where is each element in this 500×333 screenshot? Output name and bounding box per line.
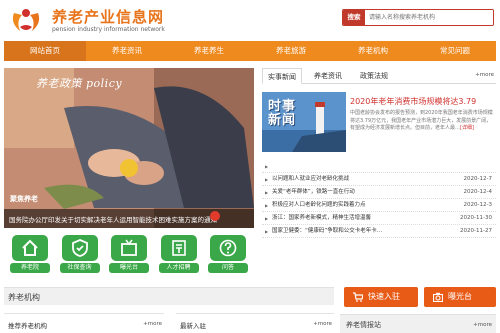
list-item[interactable]: ▶ 积极应对人口老龄化问题的实践着力点 2020-12-3 — [262, 199, 496, 212]
news-more-link[interactable]: +more — [475, 72, 494, 78]
bullet-icon: ▶ — [265, 203, 269, 208]
section-title: 养老机构 — [8, 293, 40, 302]
quick-links: 养老院 社保查询 曝光台 人才招聘 问答 — [4, 235, 254, 277]
quick-link-social-security[interactable]: 社保查询 — [59, 235, 100, 277]
bullet-icon: ▶ — [265, 190, 269, 195]
tab-policies[interactable]: 政策法规 — [354, 68, 394, 84]
list-item[interactable]: ▶ 关爱“老年群体”，铁路一直在行动 2020-12-4 — [262, 186, 496, 199]
nav-item-faq[interactable]: 常见问题 — [414, 41, 496, 61]
quick-link-recruit[interactable]: 人才招聘 — [158, 235, 199, 277]
featured-news-title[interactable]: 2020年老年消费市场规模将达3.79 — [350, 96, 496, 107]
banner-indicator-dot[interactable] — [210, 211, 220, 221]
quick-tile — [160, 235, 197, 261]
detail-link[interactable]: [详细] — [460, 125, 474, 131]
house-icon — [22, 239, 38, 256]
quick-link-exposure[interactable]: 曝光台 — [109, 235, 149, 277]
bullet-icon: ▶ — [265, 164, 269, 169]
news-list: ▶ ▶ 以问题和人就业应对老龄化挑战 2020-12-7 ▶ 关爱“老年群体”，… — [262, 160, 496, 238]
quick-tile — [210, 235, 246, 261]
quick-label: 曝光台 — [109, 263, 149, 273]
tab-elderly-news[interactable]: 养老资讯 — [308, 68, 348, 84]
banner-title: 养老政策 policy — [36, 77, 123, 90]
news-item-date: 2020-11-27 — [460, 228, 492, 234]
report-station: 养老情报站 +more — [340, 314, 496, 333]
news-item-title[interactable]: 关爱“老年群体”，铁路一直在行动 — [272, 186, 355, 199]
banner-stamp: 聚焦养老 — [10, 195, 38, 203]
bullet-icon: ▶ — [265, 177, 269, 182]
news-item-title[interactable]: 国家卫健委：“健康码”争取和公交卡老年卡… — [272, 225, 382, 238]
list-item[interactable]: ▶ 浙江：国家养老新模式，精神生活增温馨 2020-11-30 — [262, 212, 496, 225]
list-item[interactable]: ▶ 国家卫健委：“健康码”争取和公交卡老年卡… 2020-11-27 — [262, 225, 496, 238]
featured-image-line2: 新闻 — [268, 113, 297, 128]
banner-photo — [4, 68, 254, 228]
featured-image-line1: 时事 — [268, 99, 297, 114]
site-name[interactable]: 养老产业信息网 — [52, 6, 164, 27]
nav-item-news[interactable]: 养老资讯 — [86, 41, 168, 61]
news-item-date: 2020-12-4 — [463, 189, 492, 195]
search-input[interactable] — [365, 10, 493, 25]
camera-icon — [433, 292, 443, 302]
site-subtitle: pension industry information network — [52, 26, 165, 33]
quick-join-button[interactable]: 快速入驻 — [344, 287, 418, 307]
tab-current-news[interactable]: 实事新闻 — [262, 68, 302, 84]
logo-icon[interactable] — [6, 5, 46, 35]
nav-item-institutions[interactable]: 养老机构 — [332, 41, 414, 61]
latest-more-link[interactable]: +more — [313, 321, 332, 327]
news-item-date: 2020-12-7 — [463, 176, 492, 182]
search-button[interactable]: 搜索 — [343, 10, 365, 25]
bullet-icon: ▶ — [265, 229, 269, 234]
featured-news-image[interactable]: 时事 新闻 — [262, 92, 346, 152]
recruit-icon — [171, 240, 186, 256]
featured-news-description: 中国老龄协会发布的报告预测，到2020年我国老年消费市场规模将达3.79万亿元，… — [350, 110, 496, 133]
recommended-more-link[interactable]: +more — [143, 321, 162, 327]
bullet-icon: ▶ — [265, 216, 269, 221]
quick-tile — [111, 235, 147, 261]
quick-label: 养老院 — [10, 263, 50, 273]
site-header: 养老产业信息网 pension industry information net… — [0, 0, 500, 40]
quick-link-nursing-home[interactable]: 养老院 — [10, 235, 50, 277]
quick-label: 问答 — [208, 263, 248, 273]
quick-join-label: 快速入驻 — [368, 292, 400, 301]
list-item[interactable]: ▶ 以问题和人就业应对老龄化挑战 2020-12-7 — [262, 173, 496, 186]
banner-slider[interactable]: 养老政策 policy 聚焦养老 国务院办公厅印发关于切实解决老年人运用智能技术… — [4, 68, 254, 228]
report-title: 养老情报站 — [346, 321, 381, 329]
cart-icon — [353, 292, 363, 302]
quick-link-qa[interactable]: 问答 — [208, 235, 248, 277]
search-box: 搜索 — [342, 9, 494, 26]
quick-tile — [12, 235, 48, 261]
news-item-title[interactable]: 积极应对人口老龄化问题的实践着力点 — [272, 199, 366, 212]
report-more-link[interactable]: +more — [473, 322, 492, 328]
latest-title: 最新入驻 — [180, 322, 206, 330]
institutions-section: 养老机构 推荐养老机构 +more 最新入驻 +more — [4, 287, 334, 333]
list-item[interactable]: ▶ — [262, 160, 496, 173]
quick-label: 人才招聘 — [158, 263, 199, 273]
main-nav: 网站首页 养老资讯 养老养生 养老旅游 养老机构 常见问题 — [4, 41, 496, 61]
quick-tile — [61, 235, 98, 261]
banner-caption[interactable]: 国务院办公厅印发关于切实解决老年人运用智能技术困难实施方案的通知 — [9, 214, 217, 224]
tv-icon — [121, 239, 137, 256]
section-header: 养老机构 — [4, 287, 334, 305]
news-item-title[interactable]: 以问题和人就业应对老龄化挑战 — [272, 173, 349, 186]
nav-item-travel[interactable]: 养老旅游 — [250, 41, 332, 61]
news-item-date: 2020-11-30 — [460, 215, 492, 221]
news-tabs: 实事新闻 养老资讯 政策法规 +more — [262, 68, 496, 84]
latest-joined: 最新入驻 +more — [176, 313, 334, 333]
question-icon — [219, 239, 237, 257]
news-item-title[interactable]: 浙江：国家养老新模式，精神生活增温馨 — [272, 212, 371, 225]
news-item-date: 2020-12-3 — [463, 202, 492, 208]
nav-item-home[interactable]: 网站首页 — [4, 41, 86, 61]
recommended-title: 推荐养老机构 — [8, 322, 47, 330]
nav-item-health[interactable]: 养老养生 — [168, 41, 250, 61]
featured-image-text: 时事 新闻 — [268, 100, 296, 128]
quick-label: 社保查询 — [59, 263, 100, 273]
exposure-label: 曝光台 — [448, 292, 472, 301]
exposure-button[interactable]: 曝光台 — [424, 287, 496, 307]
news-panel: 实事新闻 养老资讯 政策法规 +more 时事 新闻 2020年老年消费市场规模… — [262, 68, 496, 248]
recommended-institutions: 推荐养老机构 +more — [4, 313, 164, 333]
shield-icon — [71, 239, 88, 257]
